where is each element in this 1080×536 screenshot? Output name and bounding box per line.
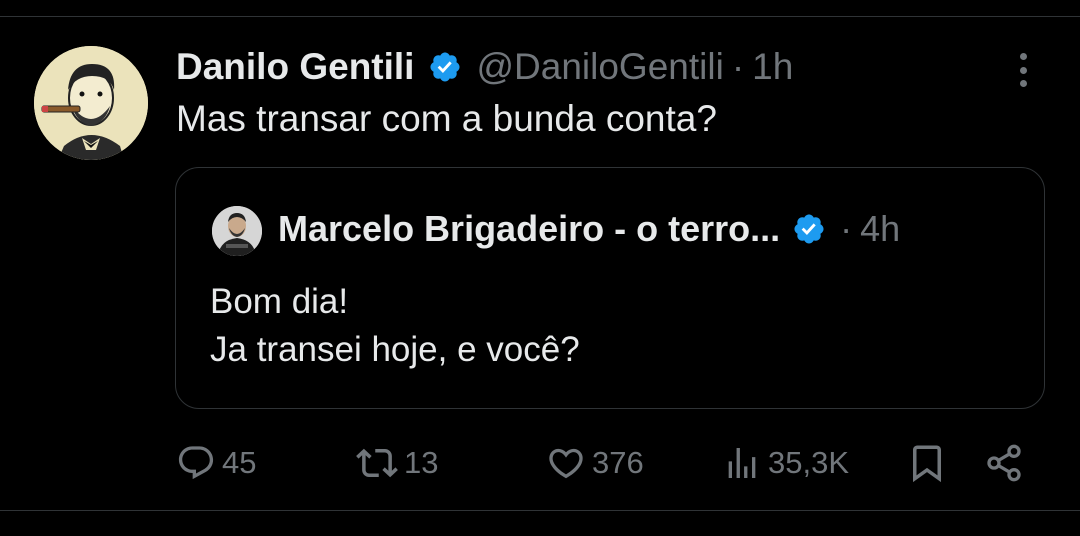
- reply-icon: [176, 443, 216, 483]
- like-count: 376: [592, 445, 644, 480]
- top-divider: [0, 16, 1080, 17]
- tweet-time[interactable]: 1h: [752, 46, 793, 88]
- bookmark-button[interactable]: [906, 438, 948, 488]
- bookmark-icon: [906, 442, 948, 484]
- author-handle[interactable]: @DaniloGentili: [476, 46, 723, 88]
- more-icon[interactable]: [1008, 50, 1038, 90]
- like-icon: [546, 443, 586, 483]
- share-icon: [984, 443, 1024, 483]
- views-icon: [722, 443, 762, 483]
- views-button[interactable]: 35,3K: [722, 438, 849, 488]
- quoted-header: Marcelo Brigadeiro - o terro... · 4h: [278, 204, 900, 254]
- quoted-time[interactable]: 4h: [860, 208, 900, 250]
- verified-icon: [428, 50, 462, 84]
- quoted-text-line: Ja transei hoje, e você?: [210, 330, 580, 369]
- separator-dot: ·: [731, 46, 745, 87]
- author-avatar[interactable]: [34, 46, 148, 160]
- repost-icon: [356, 442, 398, 484]
- action-bar: 45 13 376 35,3K: [0, 438, 1080, 488]
- tweet-text: Mas transar com a bunda conta?: [176, 98, 717, 139]
- reply-button[interactable]: 45: [176, 438, 256, 488]
- repost-button[interactable]: 13: [356, 438, 438, 488]
- quoted-text-line: Bom dia!: [210, 282, 349, 321]
- views-count: 35,3K: [768, 445, 850, 480]
- share-button[interactable]: [984, 438, 1024, 488]
- verified-icon: [792, 212, 826, 246]
- repost-count: 13: [404, 445, 439, 480]
- tweet-header: Danilo Gentili @DaniloGentili · 1h: [176, 42, 793, 92]
- quoted-tweet[interactable]: Marcelo Brigadeiro - o terro... · 4h Bom…: [175, 167, 1045, 409]
- quoted-text: Bom dia! Ja transei hoje, e você?: [210, 278, 580, 374]
- separator-dot: ·: [840, 208, 853, 249]
- reply-count: 45: [222, 445, 257, 480]
- bottom-divider: [0, 510, 1080, 511]
- quoted-author-name[interactable]: Marcelo Brigadeiro - o terro...: [278, 208, 780, 250]
- like-button[interactable]: 376: [546, 438, 644, 488]
- quoted-author-avatar: [212, 206, 262, 256]
- author-name[interactable]: Danilo Gentili: [176, 46, 414, 88]
